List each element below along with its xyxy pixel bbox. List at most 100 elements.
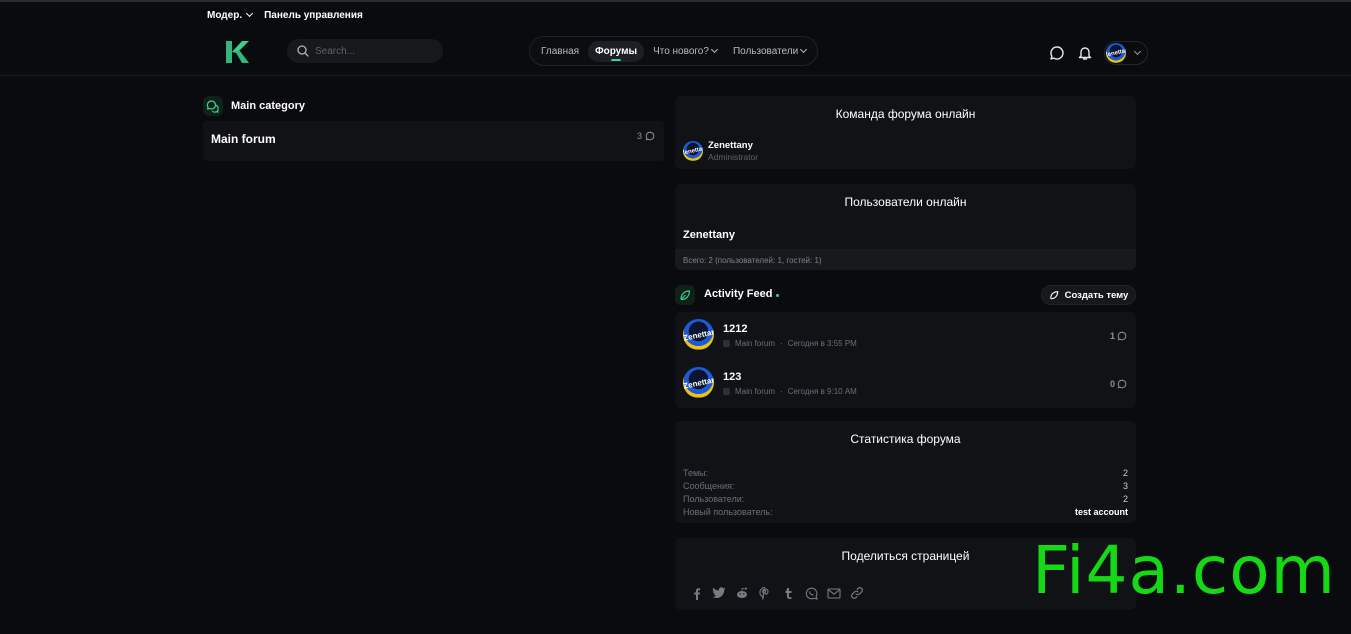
tab-whats-new-label: Что нового? <box>653 45 709 57</box>
tab-members[interactable]: Пользователи <box>726 41 813 62</box>
avatar: Zenettany <box>1106 43 1126 63</box>
twitter-icon <box>712 587 726 599</box>
feed-icon-wrap <box>675 285 695 305</box>
forum-row[interactable]: Main forum 3 <box>203 121 664 161</box>
category-icon-wrap <box>203 96 223 116</box>
create-thread-button[interactable]: Создать тему <box>1041 285 1136 305</box>
k-logo-icon <box>226 41 249 63</box>
stat-value: 2 <box>1122 468 1128 478</box>
reddit-icon <box>737 587 747 598</box>
chat-bubbles-icon <box>206 100 219 113</box>
separator-dot: · <box>780 387 783 396</box>
stat-row: Темы: 2 <box>683 468 1128 478</box>
chat-bubble-icon <box>1117 331 1127 341</box>
staff-online-title: Команда форума онлайн <box>835 107 976 121</box>
forum-count: 3 <box>637 131 655 141</box>
moderator-menu[interactable]: Модер. <box>207 8 254 22</box>
forum-title[interactable]: Main forum <box>211 132 276 146</box>
share-tumblr-button[interactable] <box>781 586 795 600</box>
live-indicator <box>776 294 779 297</box>
email-icon <box>827 587 841 599</box>
thread-title[interactable]: 123 <box>723 371 741 383</box>
list-item[interactable]: Zenettany 123 Main forum · Сегодня в 9:1… <box>675 360 1136 408</box>
newest-member-link[interactable]: test account <box>1075 507 1128 517</box>
top-border <box>0 0 1351 2</box>
chevron-down-icon <box>1133 47 1142 56</box>
tab-home[interactable]: Главная <box>534 41 586 62</box>
stat-row: Пользователи: 2 <box>683 494 1128 504</box>
online-user[interactable]: Zenettany <box>683 229 735 241</box>
facebook-icon <box>693 587 700 600</box>
thread-time: Сегодня в 3:55 PM <box>787 339 857 348</box>
tab-home-label: Главная <box>541 45 580 57</box>
bell-icon <box>1078 47 1092 60</box>
search-input[interactable] <box>315 45 425 57</box>
whatsapp-icon <box>805 587 818 600</box>
share-facebook-button[interactable] <box>689 586 703 600</box>
reply-count: 0 <box>1110 379 1127 389</box>
thread-meta: Main forum · Сегодня в 3:55 PM <box>723 339 857 348</box>
staff-name[interactable]: Zenettany <box>708 140 758 151</box>
search-box[interactable] <box>287 39 443 63</box>
category-header[interactable]: Main category <box>203 96 305 116</box>
users-online-title: Пользователи онлайн <box>844 195 967 209</box>
staff-member[interactable]: Zenettany Zenettany Administrator <box>683 140 758 162</box>
admin-panel-link[interactable]: Панель управления <box>264 8 363 22</box>
share-twitter-button[interactable] <box>712 586 726 600</box>
share-link-button[interactable] <box>850 586 864 600</box>
forum-stats-title: Статистика форума <box>850 432 961 446</box>
thread-meta: Main forum · Сегодня в 9:10 AM <box>723 387 857 396</box>
avatar[interactable]: Zenettany <box>683 367 714 398</box>
avatar[interactable]: Zenettany <box>683 319 714 350</box>
chat-bubble-icon <box>1117 379 1127 389</box>
feather-icon <box>680 290 691 301</box>
forum-count-value: 3 <box>636 131 642 141</box>
site-logo[interactable] <box>224 40 250 64</box>
site-header: Главная Форумы Что нового? Пользователи … <box>0 28 1351 76</box>
avatar-text: Zenettany <box>683 326 714 343</box>
share-pinterest-button[interactable] <box>758 586 772 600</box>
share-reddit-button[interactable] <box>735 586 749 600</box>
account-menu[interactable]: Zenettany <box>1104 41 1148 65</box>
avatar[interactable]: Zenettany <box>683 141 703 161</box>
staff-online-block: Команда форума онлайн Zenettany Zenettan… <box>675 96 1136 169</box>
moderator-menu-label: Модер. <box>207 9 243 21</box>
chevron-down-icon <box>246 9 254 18</box>
avatar-text: Zenettany <box>683 145 703 157</box>
alerts-button[interactable] <box>1076 44 1094 62</box>
link-icon <box>851 587 863 599</box>
tab-members-label: Пользователи <box>732 45 799 57</box>
tumblr-icon <box>785 587 791 599</box>
feather-icon <box>1049 291 1058 300</box>
tab-forums[interactable]: Форумы <box>588 40 645 62</box>
staff-role: Administrator <box>708 152 759 162</box>
users-online-block: Пользователи онлайн Zenettany Всего: 2 (… <box>675 184 1136 270</box>
stat-label: Пользователи: <box>683 494 745 504</box>
stat-label: Новый пользователь: <box>683 507 773 517</box>
thread-title[interactable]: 1212 <box>723 323 747 335</box>
stat-label: Темы: <box>683 468 709 478</box>
stat-row: Новый пользователь: test account <box>683 507 1128 517</box>
watermark: Fi4a.com <box>1032 532 1336 609</box>
stat-value: 2 <box>1122 494 1128 504</box>
thread-forum[interactable]: Main forum <box>735 339 775 348</box>
reply-count: 1 <box>1110 331 1127 341</box>
share-whatsapp-button[interactable] <box>804 586 818 600</box>
main-nav: Главная Форумы Что нового? Пользователи <box>529 36 819 66</box>
list-item[interactable]: Zenettany 1212 Main forum · Сегодня в 3:… <box>675 312 1136 360</box>
chat-bubble-icon <box>1050 46 1064 60</box>
messages-button[interactable] <box>1048 44 1066 62</box>
forum-node-icon <box>723 340 730 347</box>
search-icon <box>297 45 309 57</box>
admin-bar: Модер. Панель управления <box>207 8 363 22</box>
tab-forums-label: Форумы <box>595 45 638 57</box>
chat-bubble-icon <box>645 131 655 141</box>
share-buttons <box>689 586 864 600</box>
stat-value: 3 <box>1122 481 1128 491</box>
online-summary: Всего: 2 (пользователей: 1, гостей: 1) <box>675 249 1136 270</box>
reply-count-value: 0 <box>1109 379 1115 389</box>
thread-forum[interactable]: Main forum <box>735 387 775 396</box>
tab-whats-new[interactable]: Что нового? <box>646 41 724 62</box>
separator-dot: · <box>780 339 783 348</box>
share-email-button[interactable] <box>827 586 841 600</box>
